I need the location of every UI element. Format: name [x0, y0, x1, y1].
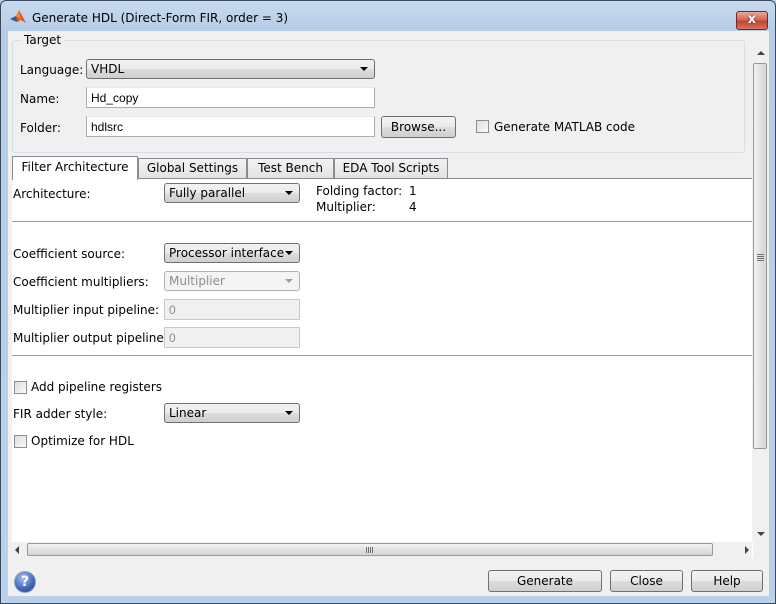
matlab-logo-icon [10, 10, 26, 23]
tab-eda-tool-scripts[interactable]: EDA Tool Scripts [334, 158, 448, 178]
add-pipeline-registers-label: Add pipeline registers [31, 380, 162, 394]
folder-label: Folder: [20, 121, 61, 135]
multiplier-output-pipeline-input[interactable] [164, 327, 300, 348]
fir-adder-style-dropdown[interactable]: Linear [164, 403, 300, 423]
coefficient-multipliers-value: Multiplier [169, 274, 225, 288]
generate-hdl-dialog: Generate HDL (Direct-Form FIR, order = 3… [0, 0, 776, 604]
scroll-left-arrow-icon[interactable] [15, 546, 19, 554]
coefficient-source-label: Coefficient source: [13, 247, 126, 261]
coefficient-multipliers-dropdown[interactable]: Multiplier [164, 271, 300, 291]
tab-test-bench[interactable]: Test Bench [247, 158, 334, 178]
help-button[interactable]: Help [691, 570, 763, 592]
scroll-up-arrow-icon[interactable] [757, 51, 765, 55]
language-value: VHDL [91, 62, 125, 76]
multiplier-input-pipeline-label: Multiplier input pipeline: [13, 303, 160, 317]
section-divider [12, 221, 753, 222]
grip-icon [757, 254, 764, 261]
scroll-down-arrow-icon[interactable] [757, 532, 765, 536]
chevron-down-icon [285, 279, 293, 283]
chevron-down-icon [360, 67, 368, 71]
coefficient-source-dropdown[interactable]: Processor interface [164, 243, 300, 263]
multiplier-value: 4 [409, 200, 417, 214]
fir-adder-style-label: FIR adder style: [13, 407, 108, 421]
optimize-for-hdl-checkbox[interactable] [14, 435, 27, 448]
vertical-scroll-thumb[interactable] [753, 63, 767, 449]
name-label: Name: [20, 92, 60, 106]
vertical-scrollbar[interactable] [752, 45, 769, 542]
architecture-label: Architecture: [13, 187, 91, 201]
coefficient-multipliers-label: Coefficient multipliers: [13, 275, 149, 289]
horizontal-scrollbar[interactable] [12, 542, 752, 558]
language-label: Language: [20, 63, 84, 77]
section-divider [12, 355, 753, 356]
generate-matlab-checkbox[interactable] [476, 120, 489, 133]
chevron-down-icon [285, 411, 293, 415]
optimize-for-hdl-label: Optimize for HDL [31, 434, 134, 448]
generate-button[interactable]: Generate [488, 570, 602, 592]
horizontal-scroll-thumb[interactable] [27, 543, 713, 556]
browse-button[interactable]: Browse... [381, 116, 456, 138]
multiplier-input-pipeline-input[interactable] [164, 299, 300, 320]
multiplier-label: Multiplier: [316, 200, 376, 214]
tab-bar: Filter Architecture Global Settings Test… [12, 156, 743, 180]
language-dropdown[interactable]: VHDL [86, 59, 375, 79]
folder-input[interactable] [86, 116, 375, 137]
tab-filter-architecture[interactable]: Filter Architecture [12, 156, 138, 180]
generate-matlab-label: Generate MATLAB code [494, 120, 635, 134]
target-group-title: Target [21, 33, 65, 47]
tab-global-settings[interactable]: Global Settings [138, 158, 247, 178]
help-icon[interactable]: ? [14, 571, 36, 593]
folding-factor-value: 1 [409, 184, 417, 198]
close-icon: x [747, 12, 757, 27]
chevron-down-icon [285, 191, 293, 195]
fir-adder-style-value: Linear [169, 406, 207, 420]
add-pipeline-registers-checkbox[interactable] [14, 381, 27, 394]
window-close-button[interactable]: x [736, 11, 768, 30]
multiplier-output-pipeline-label: Multiplier output pipeline: [13, 331, 168, 345]
window-title: Generate HDL (Direct-Form FIR, order = 3… [32, 11, 289, 25]
folding-factor-label: Folding factor: [316, 184, 403, 198]
coefficient-source-value: Processor interface [169, 246, 285, 260]
architecture-value: Fully parallel [169, 186, 246, 200]
title-bar[interactable]: Generate HDL (Direct-Form FIR, order = 3… [1, 1, 775, 31]
target-group: Target Language: VHDL Name: Folder: Brow… [12, 33, 745, 153]
grip-icon [366, 547, 373, 553]
architecture-dropdown[interactable]: Fully parallel [164, 183, 300, 203]
filter-architecture-panel: Architecture: Fully parallel Folding fac… [12, 178, 753, 558]
settings-scroll-pane: Target Language: VHDL Name: Folder: Brow… [8, 31, 769, 558]
dialog-client-area: Target Language: VHDL Name: Folder: Brow… [8, 31, 769, 596]
chevron-down-icon [285, 251, 293, 255]
name-input[interactable] [86, 87, 375, 108]
close-button[interactable]: Close [610, 570, 683, 592]
scroll-right-arrow-icon[interactable] [745, 546, 749, 554]
